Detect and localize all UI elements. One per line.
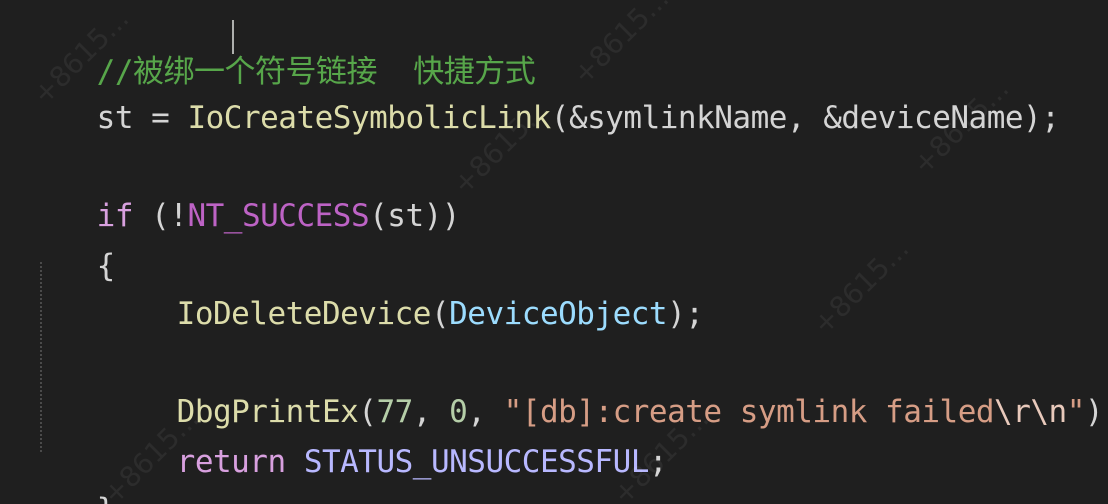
string-quote-close: " (1066, 394, 1086, 430)
paren-close: ); (667, 296, 704, 332)
code-line-dbgprint[interactable]: DbgPrintEx(77, 0, "[db]:create symlink f… (24, 352, 1108, 430)
arg-device-name: &deviceName (823, 100, 1024, 136)
param-device-object: DeviceObject (449, 296, 668, 332)
paren-open: (! (132, 198, 188, 234)
variable-st: st (96, 100, 134, 136)
code-line-comment[interactable]: //被绑一个符号链接 快捷方式 (24, 12, 536, 90)
code-line-if[interactable]: if (!NT_SUCCESS(st)) (24, 156, 461, 234)
code-line-return[interactable]: return STATUS_UNSUCCESSFUL; (24, 402, 668, 480)
arg-symlink-name: &symlinkName (568, 100, 787, 136)
semicolon: ; (648, 444, 668, 480)
code-line-create-symlink[interactable]: st = IoCreateSymbolicLink(&symlinkName, … (24, 58, 1060, 136)
escape-cr: \r (994, 394, 1031, 430)
function-io-create-symbolic-link: IoCreateSymbolicLink (187, 100, 551, 136)
paren-open: ( (430, 296, 450, 332)
brace-close: } (97, 492, 116, 504)
code-line-delete-device[interactable]: IoDeleteDevice(DeviceObject); (24, 254, 704, 332)
arg-separator: , (786, 100, 824, 136)
keyword-return: return (176, 444, 286, 480)
paren-close: ); (1023, 100, 1060, 136)
assign-operator: = (132, 100, 188, 136)
paren-open: ( (369, 198, 388, 234)
paren-open: ( (550, 100, 570, 136)
code-line-brace-open[interactable]: { (24, 206, 116, 284)
watermark: +8615... (806, 231, 916, 342)
code-line-brace-close[interactable]: } (24, 450, 116, 504)
function-io-delete-device: IoDeleteDevice (176, 296, 432, 332)
constant-status-unsuccessful: STATUS_UNSUCCESSFUL (303, 444, 650, 480)
code-editor[interactable]: //被绑一个符号链接 快捷方式 st = IoCreateSymbolicLin… (0, 0, 1108, 504)
paren-close: ); (1084, 394, 1108, 430)
variable-st: st (387, 198, 424, 234)
macro-nt-success: NT_SUCCESS (187, 198, 370, 234)
paren-close: )) (423, 198, 461, 234)
escape-lf: \n (1030, 394, 1067, 430)
